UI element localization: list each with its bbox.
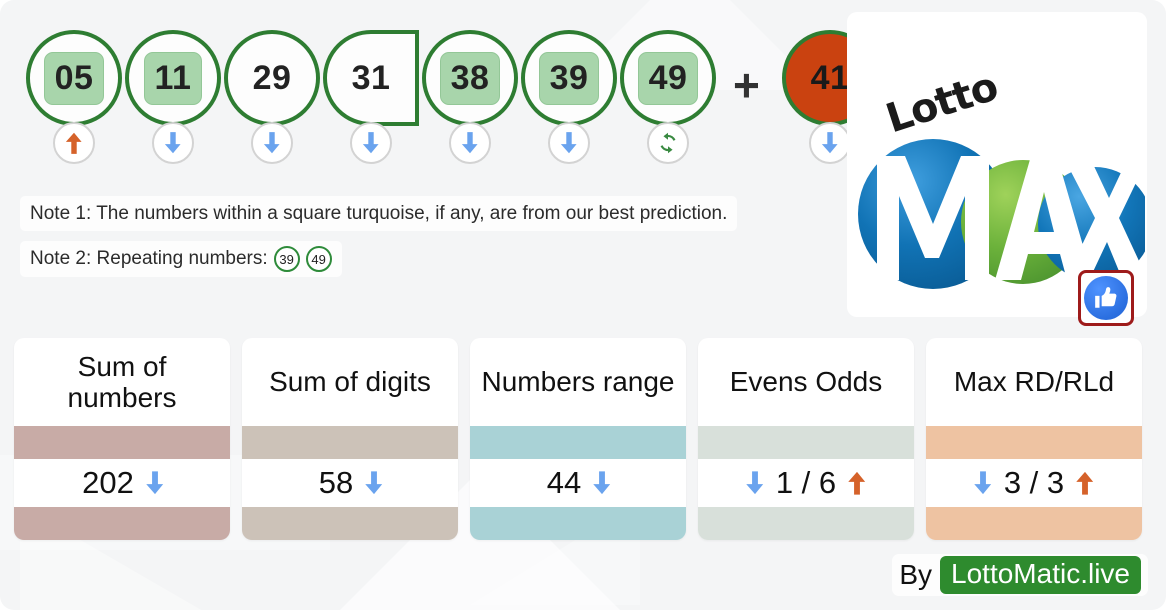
repeating-number-chip: 49 [305, 246, 332, 272]
note-1-text: Note 1: The numbers within a square turq… [30, 202, 728, 224]
arrow-down-icon [560, 132, 577, 154]
stat-card: Evens Odds 1 / 6 [698, 338, 914, 540]
stat-card-value-row: 202 [14, 459, 230, 507]
lottery-results-panel: 05 11 29 31 38 39 49 +41 Note 1: The numbers wi… [0, 0, 1166, 610]
stat-card-band-bottom [14, 507, 230, 540]
number-ball-circle: 05 [26, 30, 122, 126]
arrow-up-icon [848, 471, 866, 495]
statistics-cards: Sum of numbers 202 Sum of digits 58 Numbers … [14, 338, 1152, 540]
stat-card-band-top [14, 426, 230, 459]
lotto-max-logo-card: Lotto [847, 12, 1147, 326]
number-ball-05[interactable]: 05 [26, 30, 122, 180]
number-ball-circle: 39 [521, 30, 617, 126]
bonus-trend-indicator [809, 122, 851, 164]
stat-card-value: 202 [82, 465, 134, 500]
stat-card: Max RD/RLd 3 / 3 [926, 338, 1142, 540]
number-ball-29[interactable]: 29 [224, 30, 320, 180]
stat-card-title: Sum of digits [269, 366, 431, 398]
stat-card-value-row: 3 / 3 [926, 459, 1142, 507]
number-trend-indicator [53, 122, 95, 164]
number-ball-circle: 49 [620, 30, 716, 126]
number-ball-value: 11 [143, 51, 203, 105]
repeating-number-chip: 39 [273, 246, 300, 272]
facebook-like-badge[interactable] [1078, 270, 1134, 326]
plus-separator: + [733, 59, 760, 111]
arrow-down-icon [746, 471, 763, 495]
repeating-number-chips: 39 49 [268, 246, 332, 272]
stat-card-value: 1 / 6 [775, 465, 837, 500]
footer-site-name: LottoMatic.live [940, 556, 1141, 594]
note-prediction: Note 1: The numbers within a square turq… [20, 196, 738, 231]
stat-trailing-indicator [360, 469, 388, 497]
stat-card-value-row: 58 [242, 459, 458, 507]
arrow-down-icon [974, 471, 991, 495]
stat-leading-indicator [969, 469, 997, 497]
stat-card-band-bottom [926, 507, 1142, 540]
stat-card-value-row: 44 [470, 459, 686, 507]
arrow-down-icon [146, 471, 164, 495]
number-ball-11[interactable]: 11 [125, 30, 221, 180]
number-trend-indicator [548, 122, 590, 164]
stat-trailing-indicator [588, 469, 616, 497]
stat-card: Sum of numbers 202 [14, 338, 230, 540]
stat-card-band-bottom [698, 507, 914, 540]
number-ball-49[interactable]: 49 [620, 30, 716, 180]
arrow-up-icon [65, 132, 82, 154]
number-ball-38[interactable]: 38 [422, 30, 518, 180]
stat-trailing-indicator [843, 469, 871, 497]
number-ball-circle: 38 [422, 30, 518, 126]
arrow-down-icon [365, 471, 383, 495]
stat-trailing-indicator [1071, 469, 1099, 497]
number-ball-31[interactable]: 31 [323, 30, 419, 180]
number-ball-value: 29 [252, 59, 292, 97]
footer-by-label: By [899, 559, 933, 590]
arrow-down-icon [164, 132, 181, 154]
stat-card-band-top [470, 426, 686, 459]
stat-card-band-top [926, 426, 1142, 459]
number-ball-value: 31 [351, 59, 391, 97]
note-2-label: Note 2: Repeating numbers: [30, 248, 268, 269]
arrow-down-icon [821, 132, 838, 154]
stat-card-value: 58 [318, 465, 354, 500]
number-ball-value: 05 [43, 51, 105, 105]
number-ball-circle: 11 [125, 30, 221, 126]
number-ball-circle: 31 [323, 30, 419, 126]
stat-card-band-top [242, 426, 458, 459]
stat-card-title: Evens Odds [729, 366, 883, 398]
stat-trailing-indicator [141, 469, 169, 497]
repeat-icon [660, 132, 676, 154]
stat-card-title: Max RD/RLd [953, 366, 1115, 398]
arrow-down-icon [263, 132, 280, 154]
stat-card-value: 44 [546, 465, 582, 500]
note-repeating-numbers: Note 2: Repeating numbers: 39 49 [20, 241, 342, 277]
number-trend-indicator [251, 122, 293, 164]
number-ball-circle: 29 [224, 30, 320, 126]
stat-card-title: Numbers range [481, 366, 675, 398]
arrow-down-icon [362, 132, 379, 154]
number-trend-indicator [449, 122, 491, 164]
stat-card-band-bottom [470, 507, 686, 540]
bonus-ball-value: 41 [810, 59, 850, 97]
stat-card: Numbers range 44 [470, 338, 686, 540]
thumbs-up-icon [1084, 276, 1128, 320]
arrow-up-icon [1076, 471, 1094, 495]
stat-card-band-top [698, 426, 914, 459]
footer-branding[interactable]: By LottoMatic.live [892, 554, 1148, 596]
arrow-down-icon [593, 471, 611, 495]
number-ball-39[interactable]: 39 [521, 30, 617, 180]
stat-leading-indicator [741, 469, 769, 497]
stat-card: Sum of digits 58 [242, 338, 458, 540]
stat-card-value-row: 1 / 6 [698, 459, 914, 507]
number-trend-indicator [647, 122, 689, 164]
stat-card-value: 3 / 3 [1003, 465, 1065, 500]
number-trend-indicator [152, 122, 194, 164]
number-ball-value: 39 [538, 51, 600, 105]
number-ball-value: 38 [439, 51, 501, 105]
number-ball-value: 49 [637, 51, 699, 105]
arrow-down-icon [461, 132, 478, 154]
stat-card-band-bottom [242, 507, 458, 540]
stat-card-title: Sum of numbers [67, 350, 177, 413]
number-trend-indicator [350, 122, 392, 164]
